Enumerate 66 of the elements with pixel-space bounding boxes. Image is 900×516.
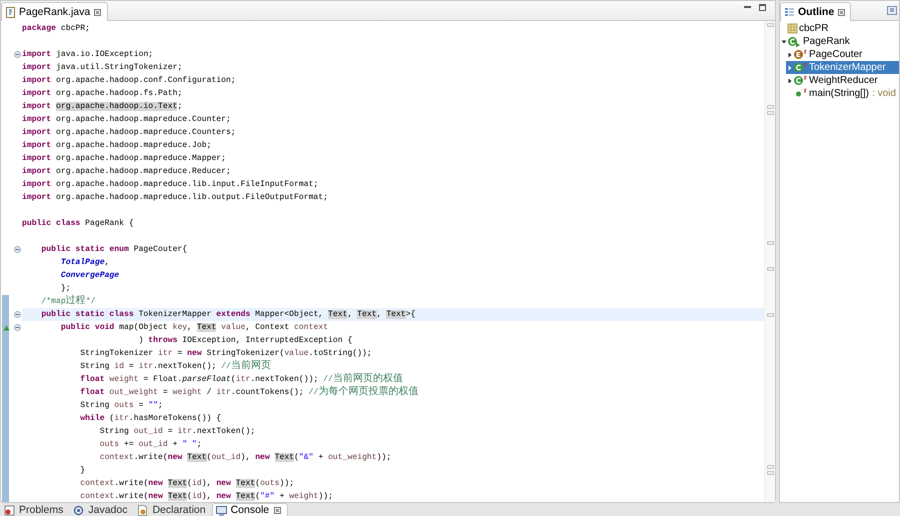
- package-icon: [787, 22, 798, 34]
- view-tab[interactable]: Console: [212, 503, 288, 516]
- outline-tab[interactable]: Outline: [780, 2, 852, 21]
- code-line: public void map(Object key, Text value, Context context: [60, 322, 328, 334]
- code-line: public static class TokenizerMapper extends Mapper<Object, Text, Text, Text>{: [40, 309, 416, 321]
- problems-icon: [4, 504, 15, 516]
- outline-item[interactable]: PageCouter: [786, 48, 899, 61]
- code-line: ConvergePage: [60, 270, 120, 282]
- outline-item[interactable]: main(String[]) : void: [786, 87, 899, 100]
- close-icon[interactable]: [93, 8, 102, 16]
- declaration-icon: [137, 504, 148, 516]
- view-menu-icon[interactable]: [887, 6, 899, 15]
- at-sign-icon: [73, 504, 84, 516]
- code-line: package cbcPR;: [22, 23, 90, 35]
- code-line: import org.apache.hadoop.mapreduce.Job;: [22, 140, 212, 152]
- collapsed-arrow-icon[interactable]: [786, 78, 792, 84]
- code-line: import org.apache.hadoop.mapreduce.Counter;: [22, 114, 231, 126]
- code-line: StringTokenizer itr = new StringTokenizer(value.toString());: [79, 348, 372, 360]
- code-line: };: [60, 283, 71, 294]
- code-line: context.write(new Text(id), new Text(outs));: [79, 478, 294, 490]
- code-line: outs += out_id + " ";: [98, 439, 202, 451]
- outline-item[interactable]: WeightReducer: [786, 74, 899, 87]
- code-line: while (itr.hasMoreTokens()) {: [79, 413, 222, 425]
- fold-icon[interactable]: [14, 324, 21, 331]
- view-tab[interactable]: Javadoc: [69, 503, 134, 516]
- minimize-icon[interactable]: [743, 3, 752, 11]
- code-line: float out_weight = weight / itr.countTokens(); //为每个网页投票的权值: [79, 386, 418, 399]
- java-file-icon: [5, 6, 16, 18]
- expanded-arrow-icon[interactable]: [780, 38, 786, 44]
- maximize-icon[interactable]: [758, 3, 767, 12]
- code-line: String out_id = itr.nextToken();: [98, 426, 256, 438]
- code-line: import java.util.StringTokenizer;: [22, 62, 182, 74]
- code-line: }: [79, 465, 86, 477]
- code-line: float weight = Float.parseFloat(itr.nextToken()); //当前网页的权值: [79, 373, 403, 386]
- code-line: import org.apache.hadoop.fs.Path;: [22, 88, 182, 100]
- code-line: import org.apache.hadoop.mapreduce.lib.input.FileInputFormat;: [22, 179, 318, 191]
- code-line: public class PageRank {: [22, 218, 134, 230]
- code-line: /*map过程*/: [40, 295, 96, 308]
- outline-icon: [784, 7, 795, 17]
- collapsed-arrow-icon[interactable]: [786, 52, 792, 58]
- fold-icon[interactable]: [14, 51, 21, 58]
- code-line: String outs = "";: [79, 400, 163, 412]
- code-line: import org.apache.hadoop.conf.Configuration;: [22, 75, 236, 87]
- code-line: import org.apache.hadoop.mapreduce.lib.output.FileOutputFormat;: [22, 192, 328, 204]
- code-line: TotalPage,: [60, 257, 110, 269]
- view-tab[interactable]: Problems: [0, 503, 70, 516]
- console-icon: [216, 504, 227, 516]
- fold-icon[interactable]: [14, 311, 21, 318]
- code-line: context.write(new Text(id), new Text("#" + weight));: [79, 491, 333, 502]
- outline-item[interactable]: cbcPR: [780, 22, 899, 35]
- close-icon[interactable]: [273, 506, 282, 514]
- code-line: String id = itr.nextToken(); //当前网页: [79, 360, 271, 373]
- view-tab[interactable]: Declaration: [133, 503, 212, 516]
- code-line: import org.apache.hadoop.mapreduce.Mapper;: [22, 153, 226, 165]
- code-line: ) throws IOException, InterruptedException {: [138, 335, 352, 347]
- outline-item[interactable]: PageRank: [780, 35, 899, 48]
- code-line: import org.apache.hadoop.io.Text;: [22, 101, 182, 113]
- fold-icon[interactable]: [14, 246, 21, 253]
- close-icon[interactable]: [837, 8, 846, 16]
- code-line: import org.apache.hadoop.mapreduce.Reducer;: [22, 166, 231, 178]
- code-line: context.write(new Text(out_id), new Text("&" + out_weight));: [98, 452, 392, 464]
- code-line: public static enum PageCouter{: [40, 244, 188, 256]
- code-line: import java.io.IOException;: [22, 49, 154, 61]
- code-line: import org.apache.hadoop.mapreduce.Counters;: [22, 127, 236, 139]
- editor-tab[interactable]: PageRank.java: [1, 2, 108, 21]
- outline-item[interactable]: TokenizerMapper: [786, 61, 899, 74]
